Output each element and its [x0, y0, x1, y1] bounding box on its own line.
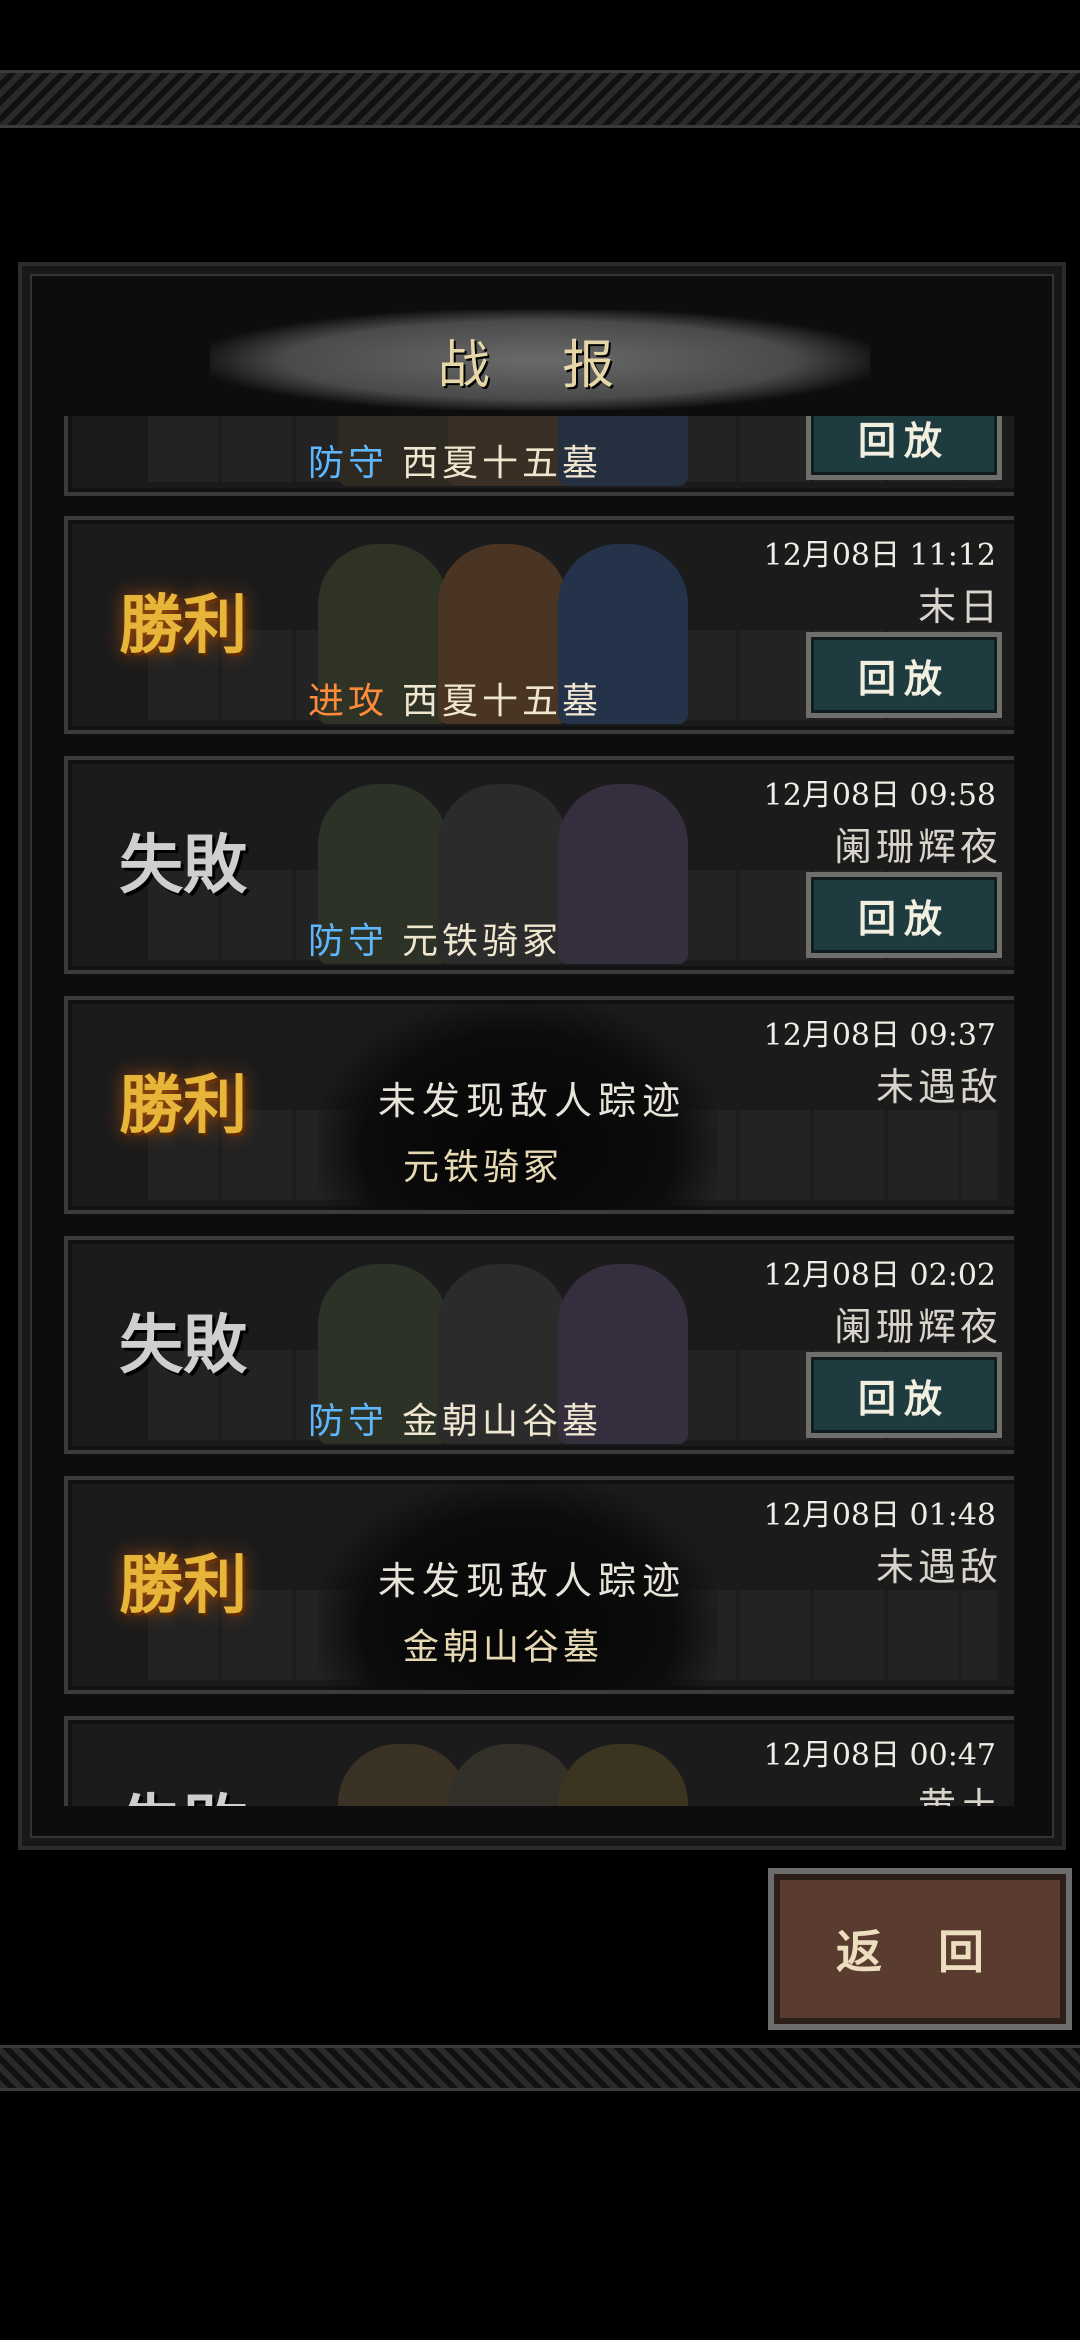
victory-badge: 勝利 [119, 1548, 247, 1623]
record-caption: 进攻 西夏十五墓 [308, 672, 602, 724]
record-card: 失敗 12月08日 09:58 阑珊辉夜 回放 防守 元铁骑冢 [64, 756, 1014, 974]
tomb-name: 金朝山谷墓 [403, 1627, 604, 1668]
record-date: 12月08日 00:47 [763, 1738, 996, 1773]
enemy-name: 未遇敌 [875, 1065, 1002, 1109]
defeat-badge: 失敗 [119, 1308, 247, 1383]
enemy-name: 阑珊辉夜 [833, 1305, 1002, 1349]
enemy-name: 黄土 [918, 1776, 1002, 1806]
back-button[interactable]: 返 回 [768, 1868, 1072, 2030]
record-card: 失敗 12月08日 00:47 黄土 [64, 1716, 1014, 1806]
no-enemy-message: 未发现敌人踪迹 [378, 1079, 687, 1123]
victory-badge: 勝利 [119, 588, 247, 663]
defeat-badge: 失敗 [119, 828, 247, 903]
record-caption: 防守 金朝山谷墓 [308, 1392, 602, 1444]
tomb-name: 元铁骑冢 [403, 1147, 564, 1188]
replay-button[interactable]: 回放 [806, 872, 1002, 958]
victory-badge: 勝利 [119, 1068, 247, 1143]
record-card: 勝利 12月08日 01:48 未遇敌 未发现敌人踪迹 金朝山谷墓 [64, 1476, 1014, 1694]
hero-figure [558, 784, 688, 964]
record-card: 勝利 12月08日 09:37 未遇敌 未发现敌人踪迹 元铁骑冢 [64, 996, 1014, 1214]
record-card: 失敗 12月08日 02:02 阑珊辉夜 回放 防守 金朝山谷墓 [64, 1236, 1014, 1454]
page-title: 战 报 [437, 335, 643, 396]
tomb-name: 西夏十五墓 [402, 681, 603, 722]
role-label: 防守 [308, 443, 389, 484]
tomb-name: 金朝山谷墓 [402, 1401, 603, 1442]
record-caption: 防守 西夏十五墓 [308, 434, 602, 486]
role-label: 防守 [308, 1401, 389, 1442]
record-date: 12月08日 01:48 [763, 1498, 996, 1533]
battle-record-list[interactable]: 回放 防守 西夏十五墓 勝利 12月08日 11:12 末日 回放 进攻 西夏十五墓… [64, 416, 1014, 1806]
role-label: 进攻 [308, 681, 389, 722]
enemy-name: 阑珊辉夜 [833, 825, 1002, 869]
record-date: 12月08日 02:02 [763, 1258, 996, 1293]
record-card: 回放 防守 西夏十五墓 [64, 416, 1014, 496]
tomb-name: 元铁骑冢 [402, 921, 563, 962]
hero-portraits [298, 1728, 728, 1806]
record-date: 12月08日 09:37 [763, 1018, 996, 1053]
hero-figure [558, 1744, 688, 1806]
no-enemy-message: 未发现敌人踪迹 [378, 1559, 687, 1603]
role-label: 防守 [308, 921, 389, 962]
replay-button[interactable]: 回放 [806, 1352, 1002, 1438]
enemy-name: 未遇敌 [875, 1545, 1002, 1589]
tomb-name: 西夏十五墓 [402, 443, 603, 484]
record-caption: 防守 元铁骑冢 [308, 912, 562, 964]
record-card: 勝利 12月08日 11:12 末日 回放 进攻 西夏十五墓 [64, 516, 1014, 734]
top-ornament-border [0, 70, 1080, 128]
replay-button[interactable]: 回放 [806, 416, 1002, 480]
record-date: 12月08日 09:58 [763, 778, 996, 813]
bottom-ornament-border [0, 2045, 1080, 2091]
defeat-badge: 失敗 [98, 1760, 268, 1806]
replay-button[interactable]: 回放 [806, 632, 1002, 718]
title-banner: 战 报 [210, 310, 870, 410]
record-date: 12月08日 11:12 [763, 538, 996, 573]
enemy-name: 末日 [917, 585, 1002, 629]
